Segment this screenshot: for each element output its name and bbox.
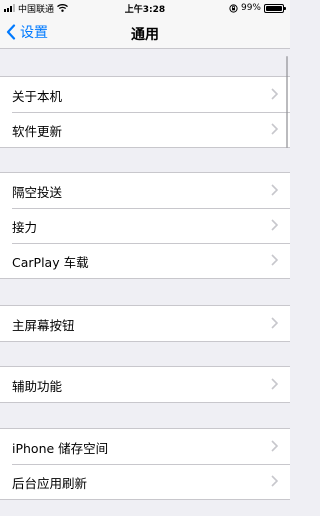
settings-group-storage: iPhone 储存空间 后台应用刷新 <box>0 428 290 500</box>
page-title: 通用 <box>131 27 159 43</box>
disclosure-chevron-icon <box>271 475 278 487</box>
settings-group-continuity: 隔空投送 接力 CarPlay 车载 <box>0 172 290 279</box>
settings-group-home-button: 主屏幕按钮 <box>0 305 290 342</box>
status-right: 99% <box>229 2 286 14</box>
row-about[interactable]: 关于本机 <box>0 77 290 112</box>
disclosure-chevron-icon <box>271 440 278 452</box>
battery-fill <box>266 5 282 11</box>
row-accessibility-label: 辅助功能 <box>12 379 63 394</box>
orientation-lock-icon <box>229 3 238 13</box>
row-accessibility[interactable]: 辅助功能 <box>0 367 290 402</box>
row-iphone-storage[interactable]: iPhone 储存空间 <box>0 429 290 464</box>
row-home-button[interactable]: 主屏幕按钮 <box>0 306 290 341</box>
disclosure-chevron-icon <box>271 88 278 100</box>
battery-percent: 99% <box>240 3 261 13</box>
row-about-label: 关于本机 <box>12 89 63 104</box>
row-software-update-label: 软件更新 <box>12 124 63 139</box>
disclosure-chevron-icon <box>271 184 278 196</box>
disclosure-chevron-icon <box>271 123 278 135</box>
row-background-refresh-label: 后台应用刷新 <box>12 476 88 491</box>
settings-group-accessibility: 辅助功能 <box>0 366 290 403</box>
row-airdrop[interactable]: 隔空投送 <box>0 173 290 208</box>
settings-group-about: 关于本机 软件更新 <box>0 76 290 148</box>
row-iphone-storage-label: iPhone 储存空间 <box>12 441 109 456</box>
disclosure-chevron-icon <box>271 219 278 231</box>
row-background-refresh[interactable]: 后台应用刷新 <box>0 464 290 499</box>
scroll-indicator[interactable] <box>285 56 288 148</box>
row-carplay-label: CarPlay 车载 <box>12 255 89 270</box>
navigation-bar: 设置 通用 <box>0 16 290 49</box>
row-home-button-label: 主屏幕按钮 <box>12 318 75 333</box>
battery-icon <box>264 3 286 13</box>
disclosure-chevron-icon <box>271 317 278 329</box>
row-software-update[interactable]: 软件更新 <box>0 112 290 147</box>
status-bar: 中国联通 上午3:28 99% <box>0 0 290 16</box>
row-airdrop-label: 隔空投送 <box>12 185 63 200</box>
disclosure-chevron-icon <box>271 254 278 266</box>
row-handoff[interactable]: 接力 <box>0 208 290 243</box>
disclosure-chevron-icon <box>271 378 278 390</box>
row-handoff-label: 接力 <box>12 220 38 235</box>
row-carplay[interactable]: CarPlay 车载 <box>0 243 290 278</box>
